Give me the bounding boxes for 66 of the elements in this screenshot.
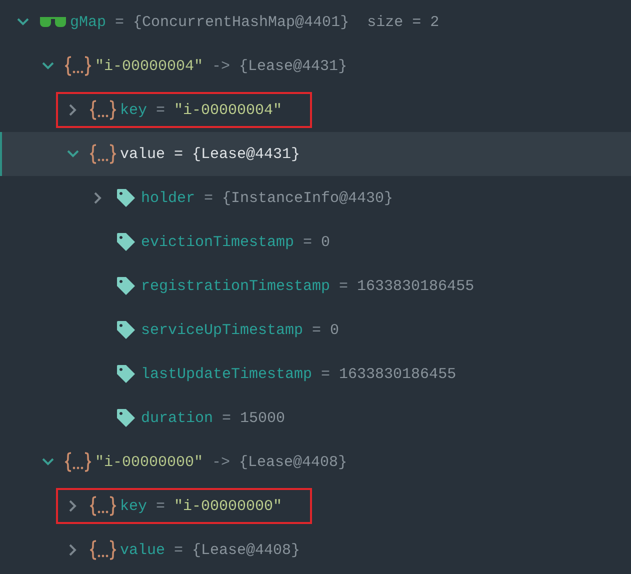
separator: = [115,14,124,30]
separator: -> [212,58,230,74]
variable-name: lastUpdateTimestamp [141,366,312,382]
tree-row[interactable]: key = "i-00000004" [0,88,631,132]
variable-name: key [120,498,148,514]
tree-row[interactable]: "i-00000004" -> {Lease@4431} [0,44,631,88]
separator: = [321,366,330,382]
tag-icon [115,319,137,341]
separator: = [222,410,232,426]
object-icon [90,496,116,516]
separator: = [156,102,166,118]
variable-name: "i-00000000" [95,454,204,470]
object-icon [90,100,116,120]
tag-icon [115,187,137,209]
variable-value: {ConcurrentHashMap@4401} [133,14,350,30]
variable-value: {Lease@4431} [192,146,300,162]
tree-row[interactable]: duration = 15000 [0,396,631,440]
variable-value: {Lease@4408} [239,454,348,470]
separator: -> [212,454,230,470]
variable-name: value [120,146,166,162]
separator: = [303,234,312,250]
tag-icon [115,363,137,385]
tree-row[interactable]: holder = {InstanceInfo@4430} [0,176,631,220]
variable-name: registrationTimestamp [141,278,330,294]
separator: = [174,542,184,558]
tree-row[interactable]: "i-00000000" -> {Lease@4408} [0,440,631,484]
variable-name: holder [141,190,196,206]
tree-row[interactable]: value = {Lease@4431} [0,132,631,176]
object-icon [65,56,91,76]
tree-row[interactable]: key = "i-00000000" [0,484,631,528]
variable-value: 1633830186455 [339,366,456,382]
tree-row[interactable]: evictionTimestamp = 0 [0,220,631,264]
variable-name: value [120,542,166,558]
tree-row[interactable]: serviceUpTimestamp = 0 [0,308,631,352]
glasses-icon [40,16,66,28]
tree-row[interactable]: gMap = {ConcurrentHashMap@4401} size = 2 [0,0,631,44]
tag-icon [115,231,137,253]
tag-icon [115,407,137,429]
variable-name: serviceUpTimestamp [141,322,304,338]
object-icon [65,452,91,472]
variable-name: gMap [70,14,106,30]
variable-name: "i-00000004" [95,58,204,74]
variable-value: 0 [321,234,330,250]
variable-value: 0 [330,322,340,338]
variable-value: "i-00000004" [174,102,282,118]
separator: = [312,322,322,338]
size-label: size = 2 [367,14,440,30]
variable-value: "i-00000000" [174,498,282,514]
variable-value: {Lease@4431} [239,58,348,74]
variable-value: {Lease@4408} [192,542,300,558]
variable-name: key [120,102,148,118]
separator: = [204,190,214,206]
separator: = [174,146,184,162]
variable-name: duration [141,410,214,426]
tree-row[interactable]: lastUpdateTimestamp = 1633830186455 [0,352,631,396]
separator: = [339,278,348,294]
tree-row[interactable]: registrationTimestamp = 1633830186455 [0,264,631,308]
object-icon [90,540,116,560]
object-icon [90,144,116,164]
variable-value: 1633830186455 [357,278,474,294]
tree-row[interactable]: value = {Lease@4408} [0,528,631,572]
separator: = [156,498,166,514]
tag-icon [115,275,137,297]
variable-value: {InstanceInfo@4430} [222,190,394,206]
variable-name: evictionTimestamp [141,234,294,250]
variable-value: 15000 [240,410,286,426]
